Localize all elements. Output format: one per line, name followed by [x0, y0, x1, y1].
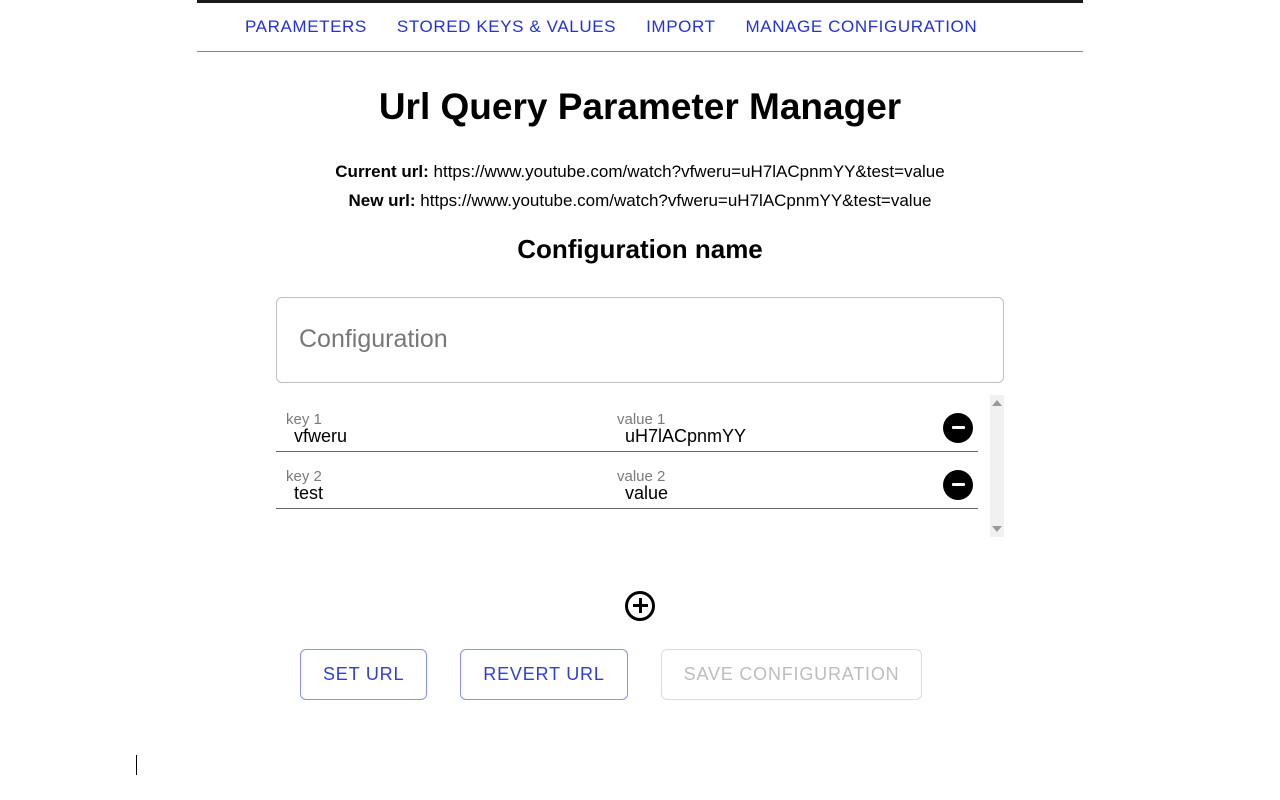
param-row: key 2 test value 2 value	[276, 452, 978, 509]
url-display: Current url: https://www.youtube.com/wat…	[197, 158, 1083, 216]
value-field[interactable]: value 1 uH7lACpnmYY	[607, 411, 938, 447]
app-container: PARAMETERS STORED KEYS & VALUES IMPORT M…	[197, 0, 1083, 700]
rows-scrollbar[interactable]	[990, 395, 1004, 537]
tab-bar: PARAMETERS STORED KEYS & VALUES IMPORT M…	[197, 3, 1083, 52]
revert-url-button[interactable]: REVERT URL	[460, 649, 627, 700]
param-row: key 1 vfweru value 1 uH7lACpnmYY	[276, 395, 978, 452]
scroll-down-arrow-icon[interactable]	[990, 521, 1004, 537]
form-area: key 1 vfweru value 1 uH7lACpnmYY	[276, 297, 1004, 700]
remove-row-button[interactable]	[943, 470, 973, 500]
new-url-value: https://www.youtube.com/watch?vfweru=uH7…	[420, 191, 931, 210]
params-rows-list: key 1 vfweru value 1 uH7lACpnmYY	[276, 395, 978, 537]
configuration-name-input[interactable]	[276, 297, 1004, 383]
config-name-heading: Configuration name	[197, 234, 1083, 265]
text-cursor	[136, 755, 137, 775]
action-buttons: SET URL REVERT URL SAVE CONFIGURATION	[276, 649, 1004, 700]
scroll-up-arrow-icon[interactable]	[990, 395, 1004, 411]
minus-icon	[952, 483, 965, 486]
value-field[interactable]: value 2 value	[607, 468, 938, 504]
value-value: uH7lACpnmYY	[617, 426, 938, 447]
key-value: vfweru	[286, 426, 607, 447]
key-field[interactable]: key 2 test	[276, 468, 607, 504]
minus-icon	[952, 426, 965, 429]
new-url-label: New url:	[349, 191, 416, 210]
plus-icon	[639, 598, 642, 613]
tab-manage-configuration[interactable]: MANAGE CONFIGURATION	[746, 17, 978, 37]
key-value: test	[286, 483, 607, 504]
save-configuration-button: SAVE CONFIGURATION	[661, 649, 923, 700]
tab-parameters[interactable]: PARAMETERS	[245, 17, 367, 37]
current-url-label: Current url:	[335, 162, 429, 181]
tab-import[interactable]: IMPORT	[646, 17, 715, 37]
tab-stored-keys-values[interactable]: STORED KEYS & VALUES	[397, 17, 616, 37]
params-rows-area: key 1 vfweru value 1 uH7lACpnmYY	[276, 395, 1004, 537]
remove-row-button[interactable]	[943, 413, 973, 443]
page-title: Url Query Parameter Manager	[197, 86, 1083, 128]
value-value: value	[617, 483, 938, 504]
current-url-value: https://www.youtube.com/watch?vfweru=uH7…	[434, 162, 945, 181]
set-url-button[interactable]: SET URL	[300, 649, 427, 700]
key-field[interactable]: key 1 vfweru	[276, 411, 607, 447]
add-row-button[interactable]	[625, 591, 655, 621]
